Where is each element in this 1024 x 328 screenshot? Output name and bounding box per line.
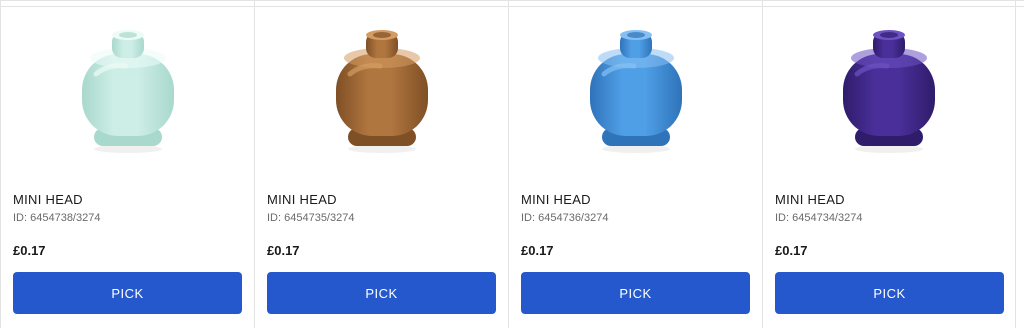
product-card: MINI HEAD ID: 6454735/3274 £0.17 PICK (254, 1, 508, 328)
product-card: MINI HEAD ID: 6454734/3274 £0.17 PICK (762, 1, 1016, 328)
product-grid: MINI HEAD ID: 6454738/3274 £0.17 PICK MI… (0, 0, 1024, 328)
product-card: MINI HEAD ID: 6454736/3274 £0.17 PICK (508, 1, 762, 328)
pick-button[interactable]: PICK (521, 272, 750, 314)
product-image[interactable] (509, 19, 762, 159)
product-name: MINI HEAD (521, 192, 591, 207)
product-name: MINI HEAD (775, 192, 845, 207)
product-price: £0.17 (775, 243, 808, 258)
product-image[interactable] (763, 19, 1015, 159)
pick-button[interactable]: PICK (267, 272, 496, 314)
product-card: MINI HEAD ID: 6454738/3274 £0.17 PICK (0, 1, 254, 328)
mini-head-image (589, 30, 682, 153)
product-id: ID: 6454736/3274 (521, 212, 609, 224)
product-id: ID: 6454735/3274 (267, 212, 355, 224)
product-price: £0.17 (13, 243, 46, 258)
product-image[interactable] (255, 19, 508, 159)
product-price: £0.17 (267, 243, 300, 258)
product-id: ID: 6454734/3274 (775, 212, 863, 224)
product-name: MINI HEAD (267, 192, 337, 207)
pick-button[interactable]: PICK (775, 272, 1004, 314)
product-image[interactable] (1, 19, 254, 159)
product-price: £0.17 (521, 243, 554, 258)
mini-head-image (335, 30, 428, 153)
product-name: MINI HEAD (13, 192, 83, 207)
mini-head-image (81, 30, 174, 153)
product-id: ID: 6454738/3274 (13, 212, 101, 224)
mini-head-image (843, 30, 935, 153)
pick-button[interactable]: PICK (13, 272, 242, 314)
